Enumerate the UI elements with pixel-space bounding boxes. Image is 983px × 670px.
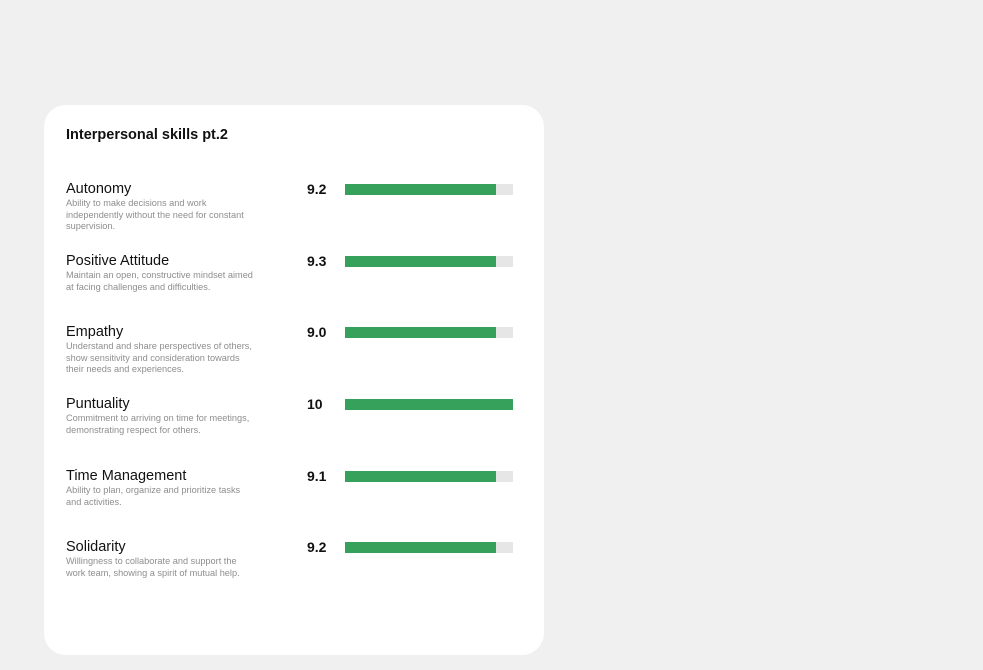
skill-bar-track xyxy=(345,327,513,338)
skill-score: 9.3 xyxy=(307,253,327,269)
skill-score: 9.2 xyxy=(307,181,327,197)
skills-list: Autonomy Ability to make decisions and w… xyxy=(44,105,544,655)
skill-item-empathy: Empathy Understand and share perspective… xyxy=(66,324,516,394)
skill-bar-fill xyxy=(345,327,497,338)
skill-item-puntuality: Puntuality Commitment to arriving on tim… xyxy=(66,396,516,466)
skill-name: Positive Attitude xyxy=(66,253,170,269)
skill-score: 10 xyxy=(307,396,323,412)
skill-name: Empathy xyxy=(66,324,124,340)
skill-score: 9.1 xyxy=(307,468,327,484)
skill-description: Commitment to arriving on time for meeti… xyxy=(66,413,250,435)
skill-bar-track xyxy=(345,542,513,553)
skill-score: 9.2 xyxy=(307,539,327,555)
skill-item-solidarity: Solidarity Willingness to collaborate an… xyxy=(66,539,516,609)
skill-name: Puntuality xyxy=(66,396,130,412)
skill-score: 9.0 xyxy=(307,324,327,340)
skill-description: Ability to make decisions and work indep… xyxy=(66,198,244,232)
skill-description: Understand and share perspectives of oth… xyxy=(66,341,252,375)
skill-item-positive-attitude: Positive Attitude Maintain an open, cons… xyxy=(66,253,516,323)
skill-description: Maintain an open, constructive mindset a… xyxy=(66,270,253,292)
skill-bar-track xyxy=(345,184,513,195)
skill-bar-fill xyxy=(345,399,513,410)
skill-name: Autonomy xyxy=(66,181,132,197)
skill-bar-fill xyxy=(345,184,497,195)
skill-item-time-management: Time Management Ability to plan, organiz… xyxy=(66,468,516,538)
skill-bar-track xyxy=(345,471,513,482)
skills-card: Interpersonal skills pt.2 Autonomy Abili… xyxy=(44,105,544,655)
skill-name: Time Management xyxy=(66,468,187,484)
skill-bar-track xyxy=(345,399,513,410)
skill-bar-fill xyxy=(345,471,497,482)
skill-description: Willingness to collaborate and support t… xyxy=(66,556,240,578)
skill-bar-fill xyxy=(345,256,497,267)
skill-item-autonomy: Autonomy Ability to make decisions and w… xyxy=(66,181,516,251)
skill-name: Solidarity xyxy=(66,539,126,555)
skill-bar-track xyxy=(345,256,513,267)
skill-description: Ability to plan, organize and prioritize… xyxy=(66,485,241,507)
skill-bar-fill xyxy=(345,542,497,553)
